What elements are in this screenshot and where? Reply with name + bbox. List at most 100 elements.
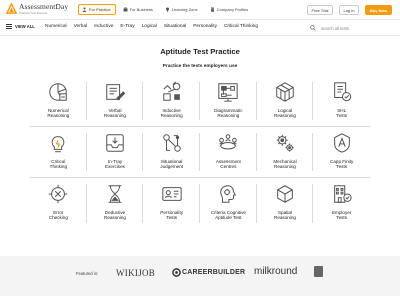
test-card-label: Inductive Reasoning bbox=[160, 108, 183, 119]
inductive-reasoning-icon bbox=[162, 81, 180, 101]
test-card-critical-thinking[interactable]: Critical Thinking bbox=[30, 127, 87, 178]
test-card-label: Spatial Reasoning bbox=[274, 210, 296, 221]
test-card-cappfinity-tests[interactable]: Capp Finity Tests bbox=[313, 127, 370, 178]
assessment-centres-icon bbox=[219, 134, 238, 150]
brand-careerbuilder-logo: CAREERBUILDER bbox=[172, 268, 245, 277]
test-card-diagrammatic-reasoning[interactable]: Diagrammatic Reasoning bbox=[200, 76, 257, 127]
nav-link-inductive[interactable]: Inductive bbox=[94, 24, 113, 29]
mechanical-reasoning-icon bbox=[276, 134, 294, 152]
tab-learning-zone[interactable]: Learning Zone bbox=[161, 4, 203, 15]
test-card-logical-reasoning[interactable]: Logical Reasoning bbox=[256, 76, 314, 127]
diagrammatic-reasoning-icon bbox=[218, 83, 238, 102]
shl-tests-icon bbox=[333, 82, 351, 102]
test-card-inductive-reasoning[interactable]: Inductive Reasoning bbox=[143, 76, 200, 127]
tab-for-business[interactable]: For Business bbox=[119, 4, 158, 15]
test-card-spatial-reasoning[interactable]: Spatial Reasoning bbox=[257, 178, 314, 229]
buy-now-button[interactable]: Buy Now bbox=[365, 5, 392, 15]
verbal-reasoning-icon bbox=[106, 84, 126, 101]
nav-link-critical-thinking[interactable]: Critical Thinking bbox=[224, 24, 258, 29]
tab-for-practice[interactable]: For Practice bbox=[78, 4, 116, 15]
test-card-label: Numerical Reasoning bbox=[47, 108, 70, 119]
test-card-mechanical-reasoning[interactable]: Mechanical Reasoning bbox=[256, 127, 314, 178]
menu-icon bbox=[6, 24, 12, 29]
test-card-label: Diagrammatic Reasoning bbox=[214, 108, 243, 119]
logo-tagline: Practice Test Experts bbox=[19, 10, 48, 15]
test-card-criteria-cognitive-aptitude-test[interactable]: Criteria Cognitive Aptitude Test bbox=[200, 178, 257, 229]
test-card-numerical-reasoning[interactable]: Numerical Reasoning bbox=[30, 76, 87, 127]
test-card-error-checking[interactable]: Error Checking bbox=[30, 178, 87, 229]
audience-tabs: For Practice For Business Learning Zone … bbox=[78, 4, 253, 15]
cappfinity-icon bbox=[333, 133, 350, 153]
test-card-label: Critical Thinking bbox=[49, 159, 68, 170]
nav-link-situational[interactable]: Situational bbox=[164, 24, 186, 29]
nav-link-personality[interactable]: Personality bbox=[193, 24, 217, 29]
featured-label: Featured in: bbox=[76, 271, 99, 276]
free-trial-button[interactable]: Free Trial bbox=[307, 5, 333, 15]
page-title: Aptitude Test Practice bbox=[160, 47, 240, 56]
login-button[interactable]: Log in bbox=[339, 5, 359, 15]
ccat-icon bbox=[220, 185, 237, 203]
briefcase-icon bbox=[123, 7, 128, 12]
search-placeholder: search all tests bbox=[321, 25, 349, 31]
tab-label: Learning Zone bbox=[171, 7, 198, 12]
logo-name: AssessmentDay bbox=[19, 2, 69, 11]
test-card-verbal-reasoning[interactable]: Verbal Reasoning bbox=[86, 76, 144, 127]
deductive-reasoning-icon bbox=[108, 185, 122, 203]
test-card-label: Capp Finity Tests bbox=[330, 159, 354, 170]
tab-label: For Business bbox=[129, 7, 153, 12]
brand-careerbuilder: CAREERBUILDER bbox=[182, 269, 246, 276]
test-card-label: Employer Tests bbox=[331, 210, 352, 221]
logo-icon bbox=[6, 3, 17, 15]
test-card-label: Situational Judgement bbox=[160, 159, 184, 170]
nav-link-logical[interactable]: Logical bbox=[142, 24, 157, 29]
personality-tests-icon bbox=[161, 187, 182, 201]
test-card-label: Assessment Centres bbox=[215, 159, 241, 170]
test-card-label: SHL Tests bbox=[336, 108, 348, 119]
category-nav: VIEW ALL Numerical Verbal Inductive E-Tr… bbox=[0, 20, 400, 36]
brand-milkround: milkround bbox=[254, 266, 298, 277]
test-card-label: Logical Reasoning bbox=[274, 108, 296, 119]
top-bar: AssessmentDay Practice Test Experts For … bbox=[0, 0, 400, 20]
careerbuilder-icon bbox=[172, 268, 181, 277]
search-input[interactable]: search all tests bbox=[310, 23, 394, 33]
test-card-label: Mechanical Reasoning bbox=[273, 159, 297, 170]
nav-link-numerical[interactable]: Numerical bbox=[45, 24, 67, 29]
building-icon bbox=[210, 7, 214, 12]
critical-thinking-icon bbox=[52, 136, 65, 153]
test-card-in-tray-exercises[interactable]: In-Tray Exercises bbox=[86, 127, 144, 178]
lightbulb-icon bbox=[165, 7, 169, 12]
test-card-label: Error Checking bbox=[48, 210, 68, 221]
test-card-label: Verbal Reasoning bbox=[104, 108, 126, 119]
test-card-deductive-reasoning[interactable]: Deductive Reasoning bbox=[87, 178, 144, 229]
error-checking-icon bbox=[49, 184, 68, 204]
tab-label: Company Profiles bbox=[216, 7, 249, 12]
situational-judgement-icon bbox=[162, 134, 181, 152]
spatial-reasoning-icon bbox=[276, 185, 294, 204]
logical-reasoning-icon bbox=[276, 82, 294, 102]
nav-link-e-tray[interactable]: E-Tray bbox=[120, 24, 134, 29]
test-card-shl-tests[interactable]: SHL Tests bbox=[313, 76, 370, 127]
test-card-label: In-Tray Exercises bbox=[105, 159, 125, 170]
test-card-label: Deductive Reasoning bbox=[104, 210, 126, 221]
page-subtitle: Practice the tests employers use bbox=[162, 64, 238, 69]
test-card-label: Personality Tests bbox=[160, 210, 184, 221]
guardian-logo-icon bbox=[314, 266, 323, 277]
tab-company-profiles[interactable]: Company Profiles bbox=[206, 4, 254, 15]
test-card-employer-tests[interactable]: Employer Tests bbox=[313, 178, 370, 229]
brand-wikijob: WIKIJOB bbox=[116, 268, 156, 278]
search-icon bbox=[310, 25, 316, 31]
test-card-label: Criteria Cognitive Aptitude Test bbox=[210, 210, 246, 221]
nav-links: Numerical Verbal Inductive E-Tray Logica… bbox=[45, 24, 258, 29]
tab-label: For Practice bbox=[89, 7, 111, 12]
logo[interactable]: AssessmentDay Practice Test Experts bbox=[6, 3, 68, 15]
test-card-assessment-centres[interactable]: Assessment Centres bbox=[200, 127, 257, 178]
view-all-button[interactable]: VIEW ALL bbox=[6, 24, 35, 29]
test-card-personality-tests[interactable]: Personality Tests bbox=[143, 178, 200, 229]
featured-in-strip: Featured in: WIKIJOB CAREERBUILDER milkr… bbox=[0, 256, 400, 296]
test-grid: Numerical Reasoning Verbal Reasoning Ind… bbox=[30, 76, 370, 229]
test-card-situational-judgement[interactable]: Situational Judgement bbox=[143, 127, 200, 178]
nav-link-verbal[interactable]: Verbal bbox=[74, 24, 88, 29]
employer-tests-icon bbox=[333, 185, 352, 203]
view-all-label: VIEW ALL bbox=[15, 24, 35, 29]
numerical-reasoning-icon bbox=[49, 83, 68, 101]
